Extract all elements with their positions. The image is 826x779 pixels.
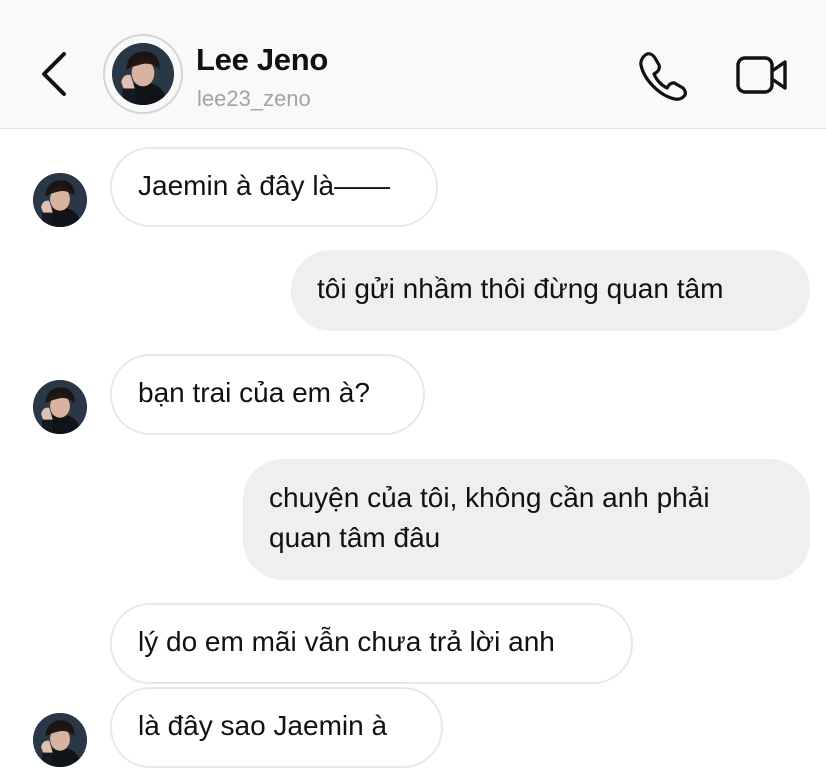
phone-icon xyxy=(639,52,687,101)
incoming-message[interactable]: là đây sao Jaemin à xyxy=(110,687,443,768)
contact-name[interactable]: Lee Jeno xyxy=(196,42,328,78)
header-avatar-button[interactable] xyxy=(103,34,183,114)
outgoing-message[interactable]: tôi gửi nhầm thôi đừng quan tâm xyxy=(291,250,810,331)
back-button[interactable] xyxy=(32,46,76,102)
contact-username: lee23_zeno xyxy=(197,86,311,111)
avatar xyxy=(33,173,87,227)
avatar xyxy=(112,43,174,105)
sender-avatar[interactable] xyxy=(33,380,87,434)
sender-avatar[interactable] xyxy=(33,173,87,227)
call-button[interactable] xyxy=(636,49,690,101)
chevron-left-icon xyxy=(42,52,66,96)
incoming-message[interactable]: Jaemin à đây là—— xyxy=(110,147,438,227)
avatar xyxy=(33,713,87,767)
avatar xyxy=(33,380,87,434)
outgoing-message[interactable]: chuyện của tôi, không cần anh phải quan … xyxy=(243,459,810,580)
incoming-message[interactable]: lý do em mãi vẫn chưa trả lời anh xyxy=(110,603,633,684)
sender-avatar[interactable] xyxy=(33,713,87,767)
video-camera-icon xyxy=(736,56,787,94)
video-call-button[interactable] xyxy=(734,50,792,100)
chat-header: Lee Jeno lee23_zeno xyxy=(0,0,826,129)
incoming-message[interactable]: bạn trai của em à? xyxy=(110,354,425,435)
